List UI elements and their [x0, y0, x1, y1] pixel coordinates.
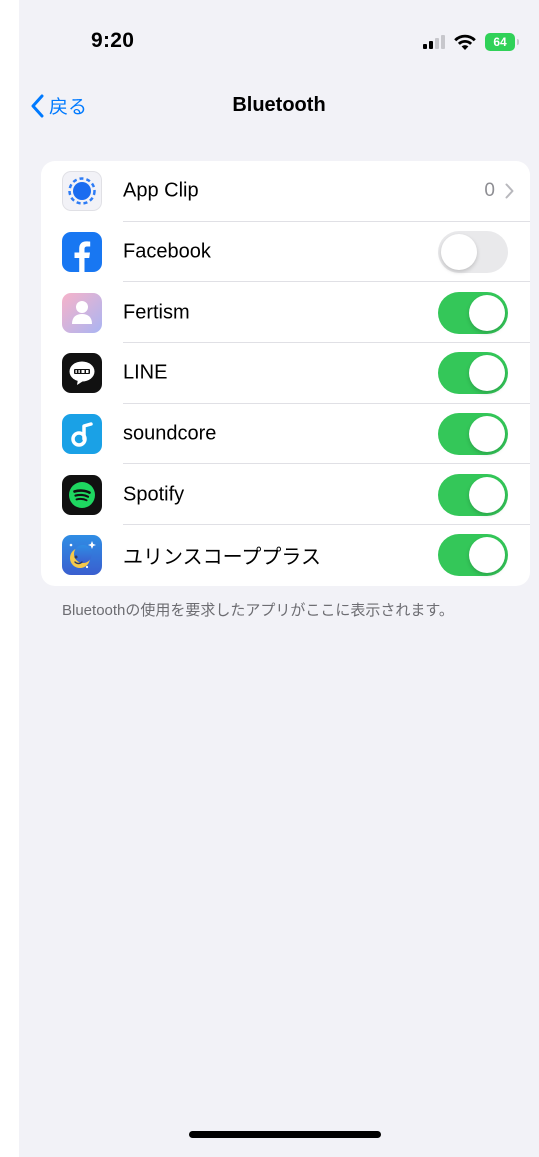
app-name: Fertism: [123, 301, 190, 324]
toggle-knob: [469, 416, 505, 453]
list-item-urinscope-plus: ユリンスコーププラス: [41, 525, 530, 586]
wifi-icon: [454, 34, 476, 50]
page-title: Bluetooth: [232, 94, 326, 116]
toggle-knob: [469, 294, 505, 331]
list-item-spotify: Spotify: [41, 464, 530, 526]
toggle-knob: [469, 355, 505, 392]
line-icon: [62, 353, 102, 394]
list-item-facebook: Facebook: [41, 222, 530, 283]
app-name: Spotify: [123, 483, 185, 506]
line-bluetooth-toggle[interactable]: [438, 352, 508, 395]
fertism-icon: [62, 292, 102, 333]
chevron-right-icon: [505, 183, 514, 199]
app-name: App Clip: [123, 179, 199, 202]
list-item-soundcore: soundcore: [41, 404, 530, 465]
spotify-icon: [62, 474, 102, 515]
app-name: LINE: [123, 361, 168, 384]
list-item-line: LINE: [41, 343, 530, 404]
list-item-fertism: Fertism: [41, 282, 530, 344]
battery-level: 64: [493, 35, 507, 49]
footer-note: Bluetoothの使用を要求したアプリがここに表示されます。: [62, 602, 454, 619]
toggle-knob: [469, 537, 505, 574]
home-indicator[interactable]: [189, 1131, 381, 1138]
status-indicators: 64: [423, 30, 519, 54]
soundcore-icon: [62, 414, 102, 455]
urinscope-plus-icon: [62, 535, 102, 576]
app-clip-count: 0: [484, 180, 495, 202]
app-clip-icon: [62, 171, 102, 212]
cellular-signal-icon: [423, 35, 445, 49]
app-name: soundcore: [123, 422, 217, 445]
list-item-app-clip[interactable]: App Clip 0: [41, 161, 530, 222]
app-name: Facebook: [123, 240, 211, 263]
settings-screen: 9:20 64 戻る Bluetooth App Clip 0 Facebook…: [19, 0, 539, 1157]
soundcore-bluetooth-toggle[interactable]: [438, 413, 508, 456]
fertism-bluetooth-toggle[interactable]: [438, 291, 508, 334]
bluetooth-app-list: App Clip 0 Facebook Fertism LINE soundco…: [41, 161, 530, 586]
facebook-bluetooth-toggle[interactable]: [438, 231, 508, 274]
toggle-knob: [441, 234, 477, 271]
app-clip-detail: 0: [484, 180, 514, 202]
toggle-knob: [469, 476, 505, 513]
status-time: 9:20: [91, 29, 135, 52]
urinscope-plus-bluetooth-toggle[interactable]: [438, 534, 508, 577]
facebook-icon: [62, 232, 102, 273]
battery-icon: 64: [485, 33, 519, 51]
spotify-bluetooth-toggle[interactable]: [438, 473, 508, 516]
app-name: ユリンスコーププラス: [123, 546, 321, 569]
